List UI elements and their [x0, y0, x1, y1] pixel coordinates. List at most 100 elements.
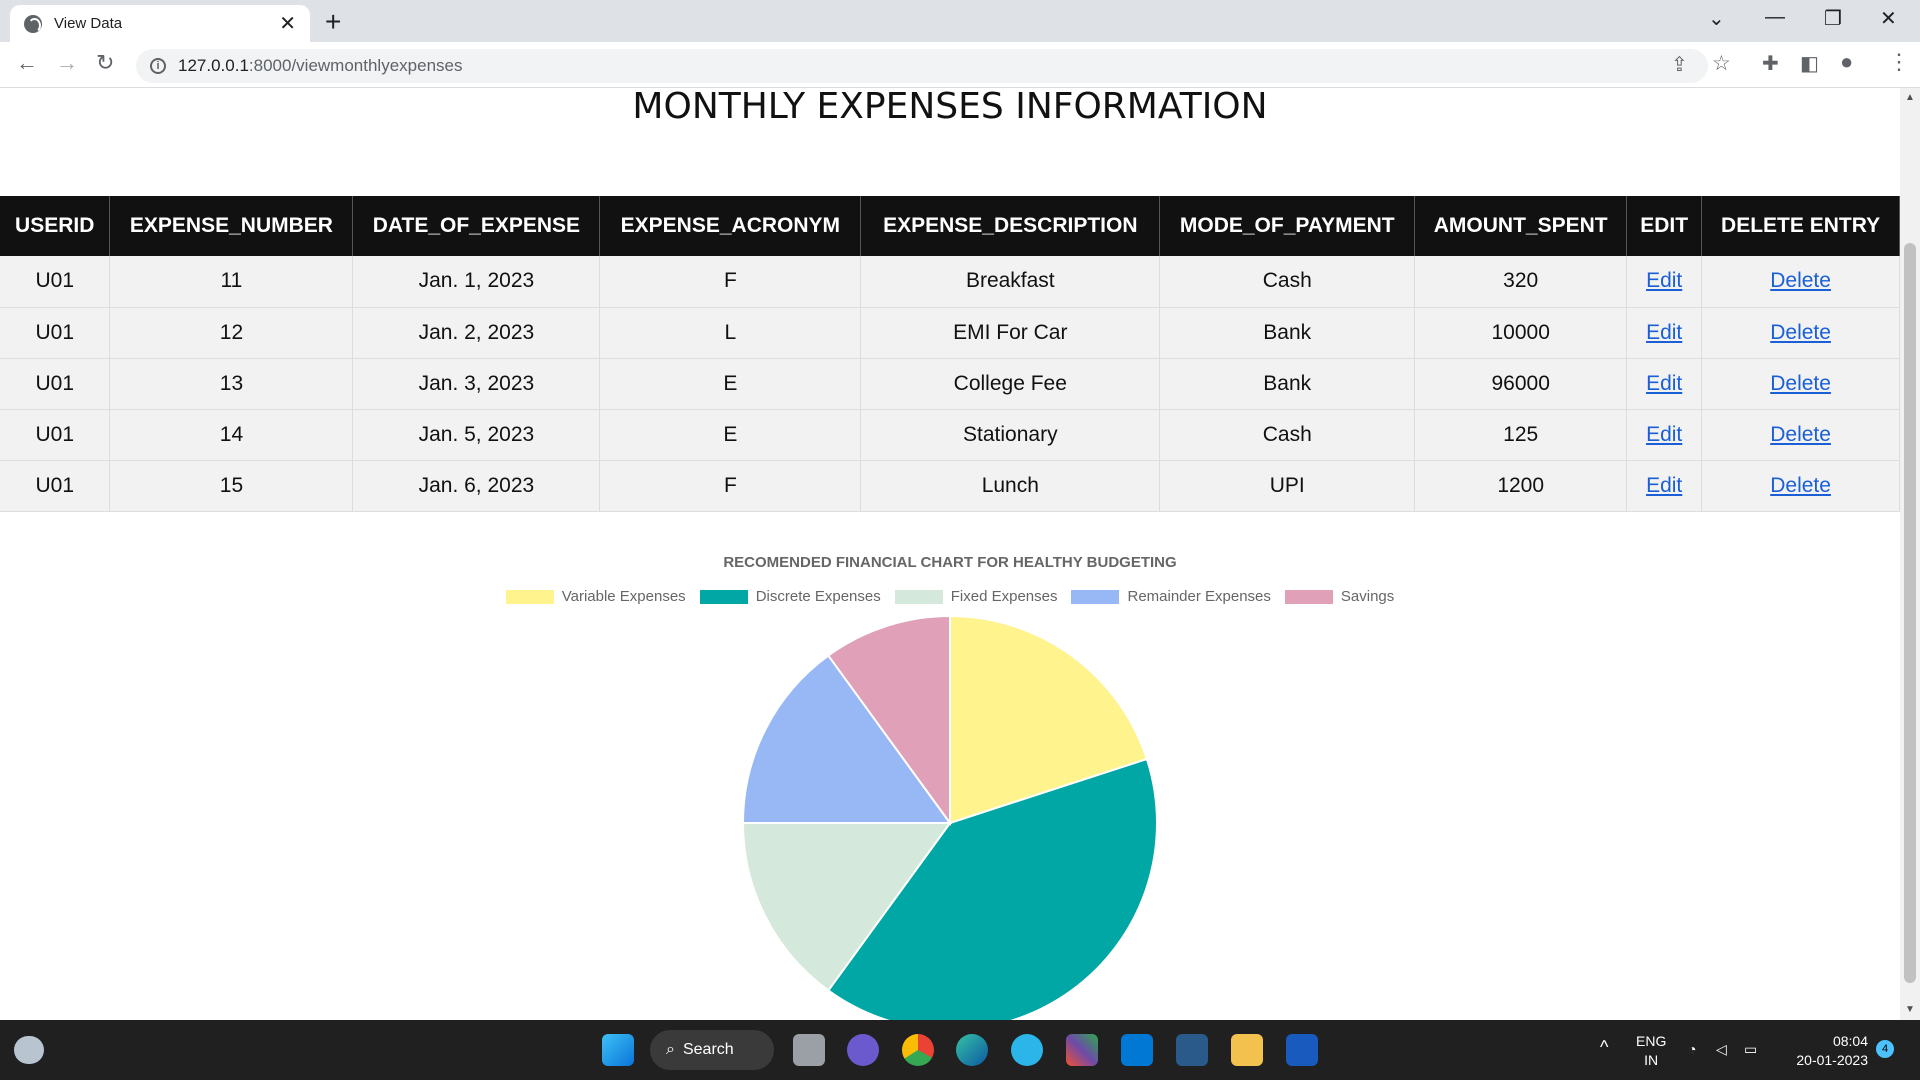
delete-link[interactable]: Delete: [1770, 423, 1831, 446]
taskbar-search-button[interactable]: ⌕ Search: [650, 1030, 774, 1070]
address-bar[interactable]: i 127.0.0.1:8000/viewmonthlyexpenses: [136, 49, 1708, 83]
legend-label: Fixed Expenses: [950, 588, 1058, 605]
tab-search-icon[interactable]: ⌄: [1708, 6, 1725, 31]
reload-icon[interactable]: ↻: [96, 50, 114, 76]
cell-date: Jan. 5, 2023: [352, 409, 601, 461]
cell-userid: U01: [0, 307, 111, 359]
legend-item[interactable]: Discrete Expenses: [699, 588, 881, 605]
cell-number: 15: [109, 460, 354, 512]
back-icon[interactable]: ←: [16, 50, 38, 76]
file-explorer-icon[interactable]: [1231, 1034, 1263, 1066]
vscode-icon[interactable]: [1121, 1034, 1153, 1066]
profile-icon[interactable]: ●: [1840, 49, 1853, 75]
cell-amount: 125: [1414, 409, 1628, 461]
cell-delete: Delete: [1701, 409, 1900, 461]
cell-number: 14: [109, 409, 354, 461]
chrome-icon[interactable]: [902, 1034, 934, 1066]
edit-link[interactable]: Edit: [1646, 474, 1682, 497]
edit-link[interactable]: Edit: [1646, 423, 1682, 446]
share-icon[interactable]: ⇪: [1671, 52, 1688, 77]
legend-label: Variable Expenses: [561, 588, 686, 605]
column-header: EXPENSE_ACRONYM: [599, 196, 862, 256]
minimize-icon[interactable]: —: [1765, 6, 1785, 29]
cell-edit: Edit: [1626, 409, 1703, 461]
browser-tab[interactable]: View Data ✕: [10, 5, 310, 42]
chart-legend: Variable Expenses Discrete Expenses Fixed …: [0, 588, 1900, 605]
cell-edit: Edit: [1626, 358, 1703, 410]
cell-description: College Fee: [860, 358, 1161, 410]
legend-label: Discrete Expenses: [755, 588, 881, 605]
delete-link[interactable]: Delete: [1770, 321, 1831, 344]
weather-icon[interactable]: [14, 1036, 44, 1064]
close-window-icon[interactable]: ✕: [1880, 6, 1897, 31]
git-icon[interactable]: [1066, 1034, 1098, 1066]
extensions-icon[interactable]: ✚: [1762, 51, 1779, 76]
edge-icon[interactable]: [956, 1034, 988, 1066]
edit-link[interactable]: Edit: [1646, 269, 1682, 292]
menu-icon[interactable]: ⋮: [1888, 49, 1910, 75]
cell-acronym: F: [599, 256, 862, 308]
cell-date: Jan. 2, 2023: [352, 307, 601, 359]
cell-mode: UPI: [1159, 460, 1416, 512]
scroll-up-icon[interactable]: ▲: [1905, 92, 1915, 103]
scrollbar-thumb[interactable]: [1904, 243, 1916, 983]
cell-amount: 10000: [1414, 307, 1628, 359]
bookmark-star-icon[interactable]: ☆: [1712, 51, 1731, 76]
task-view-icon[interactable]: [793, 1034, 825, 1066]
teams-icon[interactable]: [847, 1034, 879, 1066]
column-header: MODE_OF_PAYMENT: [1159, 196, 1416, 256]
search-icon: ⌕: [666, 1041, 675, 1058]
cell-mode: Cash: [1159, 409, 1416, 461]
column-header: DATE_OF_EXPENSE: [352, 196, 601, 256]
edit-link[interactable]: Edit: [1646, 321, 1682, 344]
delete-link[interactable]: Delete: [1770, 269, 1831, 292]
site-info-icon[interactable]: i: [150, 58, 166, 74]
search-label: Search: [682, 1041, 734, 1058]
legend-item[interactable]: Remainder Expenses: [1071, 588, 1271, 605]
show-hidden-icons-icon[interactable]: ^: [1600, 1038, 1608, 1057]
windows-start-icon[interactable]: [602, 1034, 634, 1066]
cell-description: Breakfast: [860, 256, 1161, 308]
legend-swatch: [699, 589, 748, 604]
language-indicator[interactable]: ENG IN: [1636, 1032, 1666, 1070]
new-tab-button[interactable]: +: [325, 6, 341, 38]
column-header: AMOUNT_SPENT: [1414, 196, 1628, 256]
delete-link[interactable]: Delete: [1770, 474, 1831, 497]
fb-app-icon[interactable]: [1011, 1034, 1043, 1066]
legend-item[interactable]: Savings: [1284, 588, 1394, 605]
delete-link[interactable]: Delete: [1770, 372, 1831, 395]
column-header: EXPENSE_NUMBER: [109, 196, 354, 256]
legend-item[interactable]: Variable Expenses: [505, 588, 686, 605]
cell-edit: Edit: [1626, 460, 1703, 512]
url-text: 127.0.0.1:8000/viewmonthlyexpenses: [178, 56, 463, 75]
clock[interactable]: 08:04 20-01-2023: [1788, 1032, 1868, 1070]
restore-icon[interactable]: ❐: [1824, 6, 1842, 31]
cell-date: Jan. 6, 2023: [352, 460, 601, 512]
cell-date: Jan. 3, 2023: [352, 358, 601, 410]
cell-acronym: E: [599, 358, 862, 410]
legend-item[interactable]: Fixed Expenses: [894, 588, 1058, 605]
column-header: EDIT: [1626, 196, 1703, 256]
chart-title: RECOMENDED FINANCIAL CHART FOR HEALTHY B…: [723, 554, 1177, 571]
scroll-down-icon[interactable]: ▼: [1905, 1004, 1915, 1015]
cell-acronym: L: [599, 307, 862, 359]
cell-delete: Delete: [1701, 307, 1900, 359]
cell-amount: 1200: [1414, 460, 1628, 512]
volume-icon[interactable]: ◁: [1716, 1040, 1727, 1059]
edit-link[interactable]: Edit: [1646, 372, 1682, 395]
close-tab-icon[interactable]: ✕: [279, 11, 296, 36]
mysql-workbench-icon[interactable]: [1176, 1034, 1208, 1066]
vertical-scrollbar[interactable]: ▲ ▼: [1900, 88, 1920, 1020]
notification-badge[interactable]: 4: [1876, 1040, 1894, 1058]
forward-icon[interactable]: →: [56, 50, 78, 76]
table-row: U01 13 Jan. 3, 2023 E College Fee Bank 9…: [0, 358, 1900, 410]
wifi-icon[interactable]: ◔: [1688, 1040, 1696, 1059]
table-row: U01 12 Jan. 2, 2023 L EMI For Car Bank 1…: [0, 307, 1900, 359]
battery-icon[interactable]: ▭: [1744, 1040, 1757, 1059]
side-panel-icon[interactable]: ◧: [1800, 51, 1819, 76]
cell-delete: Delete: [1701, 460, 1900, 512]
page-content: MONTHLY EXPENSES INFORMATION USERID EXPE…: [0, 88, 1900, 1020]
legend-swatch: [1284, 589, 1333, 604]
cell-acronym: F: [599, 460, 862, 512]
word-icon[interactable]: [1286, 1034, 1318, 1066]
